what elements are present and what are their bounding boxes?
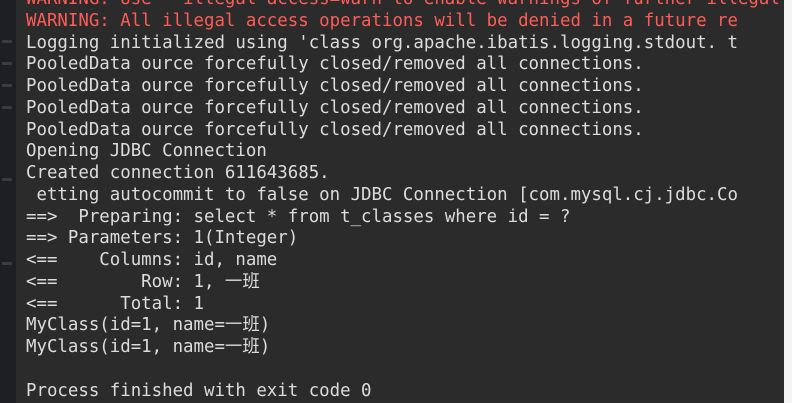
console-line-warning: WARNING: All illegal access operations w…	[26, 10, 738, 31]
console-line-pool-closed: PooledData ource forcefully closed/remov…	[26, 76, 644, 96]
console-line-logging-init: Logging initialized using 'class org.apa…	[26, 32, 738, 53]
console-line-result: MyClass(id=1, name=一班)	[26, 315, 271, 336]
console-line-opening-connection: Opening JDBC Connection	[26, 141, 267, 162]
console-line-sql-row: <== Row: 1, 一班	[26, 271, 260, 292]
gutter-marker	[2, 40, 12, 43]
console-line-created-connection: Created connection 611643685.	[26, 163, 330, 183]
run-tool-window: WARNING: Use --illegal-access=warn to en…	[0, 0, 792, 403]
console-line-warning: WARNING: Use --illegal-access=warn to en…	[26, 0, 780, 11]
console-line-pool-closed: PooledData ource forcefully closed/remov…	[26, 119, 644, 140]
console-line-pool-closed: PooledData ource forcefully closed/remov…	[26, 54, 644, 75]
gutter-marker	[2, 178, 12, 181]
console-line-sql-total: <== Total: 1	[26, 293, 204, 314]
console-line-sql-parameters: ==> Parameters: 1(Integer)	[26, 228, 299, 249]
console-line-result: MyClass(id=1, name=一班)	[26, 337, 271, 357]
gutter-marker	[2, 62, 12, 65]
gutter-marker	[2, 262, 12, 265]
console-gutter	[0, 0, 16, 403]
console-line-sql-columns: <== Columns: id, name	[26, 250, 278, 270]
console-line-blank	[26, 359, 780, 381]
console-line-autocommit: etting autocommit to false on JDBC Conne…	[26, 184, 738, 205]
console-line-exit-status: Process finished with exit code 0	[26, 380, 372, 401]
window-edge	[784, 0, 792, 403]
console-line-pool-closed: PooledData ource forcefully closed/remov…	[26, 97, 644, 118]
gutter-marker	[2, 106, 12, 109]
console-output[interactable]: WARNING: Use --illegal-access=warn to en…	[16, 0, 784, 403]
console-line-sql-preparing: ==> Preparing: select * from t_classes w…	[26, 206, 571, 227]
console-lines: WARNING: Use --illegal-access=warn to en…	[26, 0, 780, 402]
gutter-marker	[2, 84, 12, 87]
